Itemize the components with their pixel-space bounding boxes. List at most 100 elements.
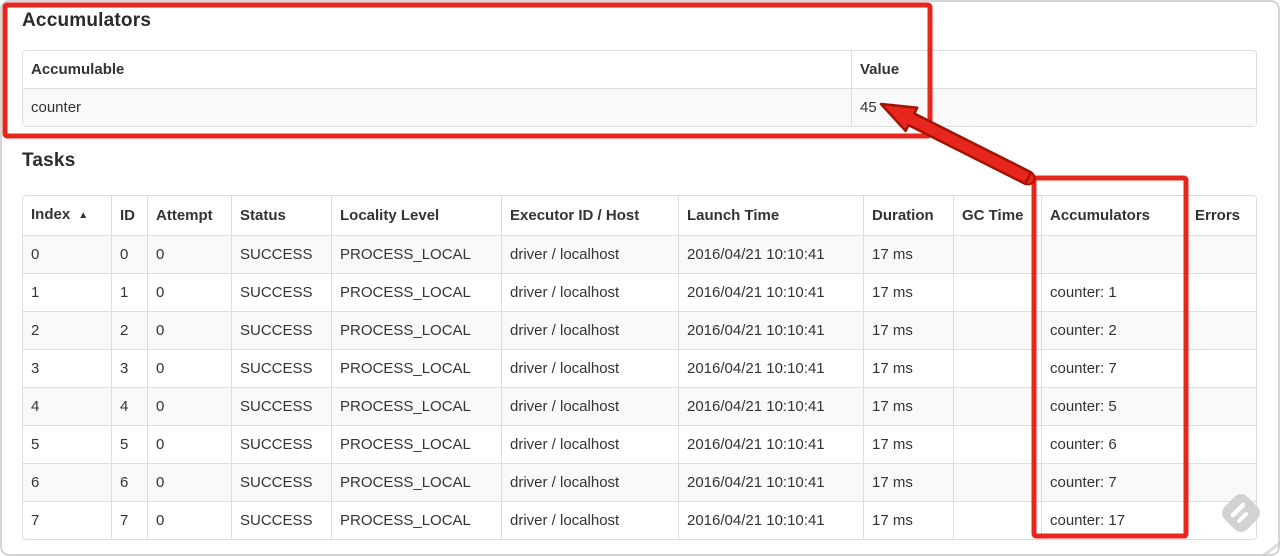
tasks-column-header-attempt[interactable]: Attempt bbox=[147, 196, 231, 235]
table-cell: SUCCESS bbox=[231, 349, 331, 387]
table-cell: driver / localhost bbox=[501, 501, 678, 539]
table-cell: 1 bbox=[111, 273, 147, 311]
table-cell bbox=[953, 273, 1041, 311]
tasks-column-header-duration[interactable]: Duration bbox=[863, 196, 953, 235]
table-cell bbox=[1186, 273, 1256, 311]
table-cell: 2016/04/21 10:10:41 bbox=[678, 235, 863, 273]
table-cell bbox=[953, 349, 1041, 387]
tasks-column-header-status[interactable]: Status bbox=[231, 196, 331, 235]
table-cell: SUCCESS bbox=[231, 235, 331, 273]
table-cell: counter: 5 bbox=[1041, 387, 1186, 425]
column-label: Status bbox=[240, 207, 286, 224]
column-label: Locality Level bbox=[340, 207, 440, 224]
table-cell: SUCCESS bbox=[231, 387, 331, 425]
accumulators-table: Accumulable Value counter 45 bbox=[22, 50, 1257, 127]
table-cell: 7 bbox=[111, 501, 147, 539]
tasks-table-row: 3 3 0 SUCCESS PROCESS_LOCAL driver / localhos… bbox=[23, 349, 1256, 387]
table-cell: PROCESS_LOCAL bbox=[331, 273, 501, 311]
table-cell: 45 bbox=[851, 88, 1256, 126]
table-cell: 2016/04/21 10:10:41 bbox=[678, 387, 863, 425]
table-cell: 17 ms bbox=[863, 273, 953, 311]
accumulators-table-row: counter 45 bbox=[23, 88, 1256, 126]
table-cell: 0 bbox=[147, 463, 231, 501]
table-cell: 6 bbox=[23, 463, 111, 501]
table-cell: 3 bbox=[23, 349, 111, 387]
table-cell bbox=[953, 501, 1041, 539]
annotation-arrow-tail bbox=[1020, 170, 1036, 186]
table-cell: 2016/04/21 10:10:41 bbox=[678, 425, 863, 463]
table-cell: counter: 2 bbox=[1041, 311, 1186, 349]
table-cell: 4 bbox=[111, 387, 147, 425]
sort-ascending-icon: ▲ bbox=[78, 210, 89, 221]
table-cell: 0 bbox=[147, 273, 231, 311]
table-cell bbox=[1186, 311, 1256, 349]
accumulators-table-body: counter 45 bbox=[23, 88, 1256, 126]
table-cell: driver / localhost bbox=[501, 273, 678, 311]
table-cell: 2016/04/21 10:10:41 bbox=[678, 463, 863, 501]
tasks-column-header-accumulators[interactable]: Accumulators bbox=[1041, 196, 1186, 235]
column-label: Launch Time bbox=[687, 207, 780, 224]
table-cell: SUCCESS bbox=[231, 273, 331, 311]
accumulators-column-header-value[interactable]: Value bbox=[851, 51, 1256, 88]
table-cell: 5 bbox=[23, 425, 111, 463]
table-cell: 0 bbox=[147, 501, 231, 539]
table-cell: 0 bbox=[147, 235, 231, 273]
column-label: Accumulable bbox=[31, 61, 125, 78]
table-cell bbox=[1186, 387, 1256, 425]
table-cell: 0 bbox=[147, 425, 231, 463]
tasks-column-header-errors[interactable]: Errors bbox=[1186, 196, 1256, 235]
table-cell: 1 bbox=[23, 273, 111, 311]
tasks-column-header-locality-level[interactable]: Locality Level bbox=[331, 196, 501, 235]
table-cell bbox=[953, 235, 1041, 273]
table-cell: 3 bbox=[111, 349, 147, 387]
table-cell: driver / localhost bbox=[501, 235, 678, 273]
table-cell: 6 bbox=[111, 463, 147, 501]
table-cell: 0 bbox=[147, 387, 231, 425]
table-cell bbox=[1186, 501, 1256, 539]
table-cell: driver / localhost bbox=[501, 425, 678, 463]
tasks-column-header-id[interactable]: ID bbox=[111, 196, 147, 235]
tasks-heading: Tasks bbox=[22, 150, 76, 171]
accumulators-column-header-accumulable[interactable]: Accumulable bbox=[23, 51, 851, 88]
table-cell bbox=[953, 387, 1041, 425]
tasks-table-body: 0 0 0 SUCCESS PROCESS_LOCAL driver / localhos… bbox=[23, 235, 1256, 539]
watermark-corner-line bbox=[1262, 541, 1280, 556]
table-cell: 17 ms bbox=[863, 387, 953, 425]
table-cell: counter: 1 bbox=[1041, 273, 1186, 311]
table-cell: 5 bbox=[111, 425, 147, 463]
table-cell: counter: 17 bbox=[1041, 501, 1186, 539]
tasks-column-header-executor-id-host[interactable]: Executor ID / Host bbox=[501, 196, 678, 235]
table-cell: 17 ms bbox=[863, 311, 953, 349]
table-cell: PROCESS_LOCAL bbox=[331, 387, 501, 425]
table-cell: counter bbox=[23, 88, 851, 126]
table-cell: 17 ms bbox=[863, 235, 953, 273]
table-cell: 2016/04/21 10:10:41 bbox=[678, 273, 863, 311]
tasks-column-header-index[interactable]: Index ▲ bbox=[23, 196, 111, 235]
tasks-column-header-gc-time[interactable]: GC Time bbox=[953, 196, 1041, 235]
tasks-table-row: 2 2 0 SUCCESS PROCESS_LOCAL driver / localhos… bbox=[23, 311, 1256, 349]
table-cell: PROCESS_LOCAL bbox=[331, 235, 501, 273]
table-cell: 0 bbox=[147, 349, 231, 387]
table-cell bbox=[1186, 425, 1256, 463]
table-cell: PROCESS_LOCAL bbox=[331, 501, 501, 539]
table-cell: driver / localhost bbox=[501, 463, 678, 501]
table-cell: 17 ms bbox=[863, 425, 953, 463]
table-cell: 2016/04/21 10:10:41 bbox=[678, 501, 863, 539]
column-label: Errors bbox=[1195, 207, 1241, 224]
table-cell bbox=[953, 463, 1041, 501]
tasks-column-header-launch-time[interactable]: Launch Time bbox=[678, 196, 863, 235]
table-cell: driver / localhost bbox=[501, 349, 678, 387]
table-cell: 17 ms bbox=[863, 463, 953, 501]
table-cell bbox=[953, 425, 1041, 463]
table-cell: driver / localhost bbox=[501, 311, 678, 349]
tasks-table: Index ▲ ID Attempt Status Locality Level Execu… bbox=[22, 195, 1257, 540]
table-cell bbox=[1186, 463, 1256, 501]
column-label: Index bbox=[31, 206, 71, 223]
accumulators-heading: Accumulators bbox=[22, 10, 152, 31]
table-cell: PROCESS_LOCAL bbox=[331, 425, 501, 463]
table-cell: 2 bbox=[23, 311, 111, 349]
column-label: ID bbox=[120, 207, 135, 224]
table-cell: SUCCESS bbox=[231, 501, 331, 539]
accumulators-header-row: Accumulable Value bbox=[23, 51, 1256, 88]
tasks-table-row: 4 4 0 SUCCESS PROCESS_LOCAL driver / localhos… bbox=[23, 387, 1256, 425]
